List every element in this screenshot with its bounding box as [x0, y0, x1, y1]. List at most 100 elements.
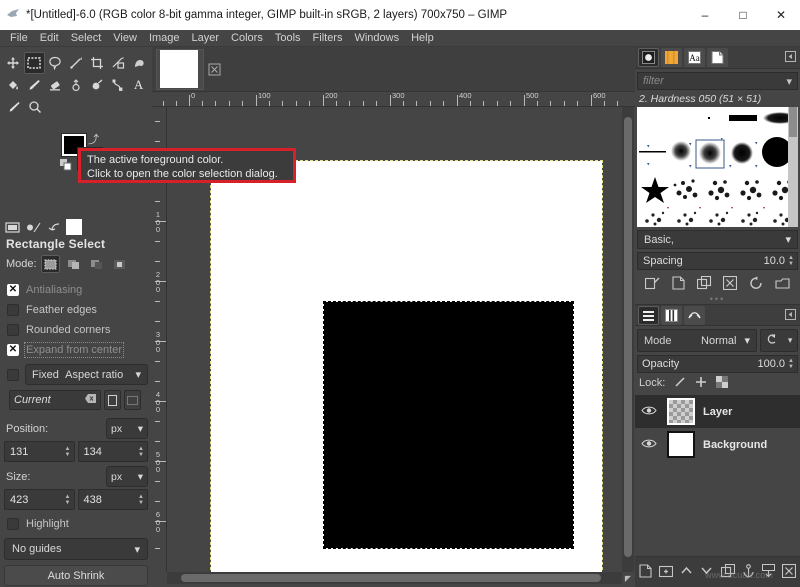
brush-indicator-icon[interactable]	[24, 219, 42, 236]
refresh-brushes-icon[interactable]	[749, 275, 763, 293]
rectangle-select-tool[interactable]	[23, 52, 45, 74]
menu-filters[interactable]: Filters	[307, 31, 349, 45]
antialiasing-checkbox[interactable]: ✕	[7, 284, 19, 296]
size-height-input[interactable]: 438 ▲ ▼	[77, 489, 148, 510]
spinner-arrows-icon[interactable]: ▲ ▼	[138, 494, 144, 506]
pattern-indicator-icon[interactable]	[66, 219, 82, 235]
position-unit-combo[interactable]: px ▾	[106, 418, 148, 439]
fixed-aspect-combo[interactable]: Fixed Aspect ratio ▾	[25, 364, 148, 385]
rounded-corners-checkbox[interactable]	[7, 324, 19, 336]
mode-subtract-button[interactable]	[87, 255, 106, 273]
raise-layer-icon[interactable]	[680, 564, 693, 580]
menu-layer[interactable]: Layer	[186, 31, 226, 45]
position-x-input[interactable]: 131 ▲ ▼	[4, 441, 75, 462]
maximize-button[interactable]: □	[724, 0, 762, 30]
zoom-tool[interactable]	[24, 96, 45, 118]
horizontal-scrollbar[interactable]	[167, 572, 622, 584]
expand-from-center-row[interactable]: ✕ Expand from center	[4, 340, 148, 360]
size-unit-combo[interactable]: px ▾	[106, 466, 148, 487]
paths-tab[interactable]	[684, 305, 705, 325]
layer-visibility-icon[interactable]	[641, 438, 667, 452]
menu-image[interactable]: Image	[143, 31, 186, 45]
v-scroll-thumb[interactable]	[624, 117, 632, 557]
documents-tab[interactable]	[707, 48, 728, 67]
path-tool[interactable]	[107, 74, 128, 96]
spinner-arrows-icon[interactable]: ▲ ▼	[65, 446, 71, 458]
expand-from-center-checkbox[interactable]: ✕	[7, 344, 19, 356]
brush-grid-scrollbar[interactable]	[788, 107, 798, 227]
image-canvas[interactable]	[210, 160, 603, 572]
layers-tab[interactable]	[638, 305, 659, 325]
layer-mode-switch-button[interactable]: ▾	[760, 329, 798, 352]
antialiasing-row[interactable]: ✕ Antialiasing	[4, 280, 148, 300]
dock-menu-icon[interactable]	[785, 51, 796, 64]
fonts-tab[interactable]: Aa	[684, 48, 705, 67]
menu-edit[interactable]: Edit	[34, 31, 65, 45]
paintbrush-tool[interactable]	[24, 74, 45, 96]
feather-edges-row[interactable]: Feather edges	[4, 300, 148, 320]
smudge-tool[interactable]	[66, 74, 87, 96]
feather-edges-checkbox[interactable]	[7, 304, 19, 316]
delete-brush-icon[interactable]	[723, 275, 738, 293]
brush-grid[interactable]	[637, 107, 798, 227]
brush-spacing-slider[interactable]: Spacing 10.0 ▲ ▼	[637, 252, 798, 270]
layer-visibility-icon[interactable]	[641, 405, 667, 419]
open-brush-folder-icon[interactable]	[775, 276, 790, 293]
menu-view[interactable]: View	[107, 31, 143, 45]
image-indicator-icon[interactable]	[3, 219, 21, 236]
size-width-input[interactable]: 423 ▲ ▼	[4, 489, 75, 510]
highlight-checkbox[interactable]	[7, 518, 19, 530]
brush-group-combo[interactable]: Basic, ▾	[637, 230, 798, 249]
layer-mode-combo[interactable]: Mode Normal ▾	[637, 329, 757, 352]
spinner-arrows-icon[interactable]: ▲ ▼	[788, 255, 794, 267]
h-scroll-thumb[interactable]	[181, 574, 601, 582]
chevron-down-icon[interactable]: ▾	[788, 335, 793, 346]
image-tab[interactable]	[156, 48, 204, 90]
menu-colors[interactable]: Colors	[225, 31, 269, 45]
transform-tool[interactable]	[107, 52, 128, 74]
clone-tool[interactable]	[86, 74, 107, 96]
highlight-row[interactable]: Highlight	[4, 514, 148, 534]
warp-tool[interactable]	[128, 52, 149, 74]
rounded-corners-row[interactable]: Rounded corners	[4, 320, 148, 340]
channels-tab[interactable]	[661, 305, 682, 325]
new-layer-group-icon[interactable]	[658, 564, 673, 581]
text-tool[interactable]: A	[128, 74, 149, 96]
dock-resize-grip[interactable]: •••	[635, 295, 800, 304]
menu-tools[interactable]: Tools	[269, 31, 307, 45]
measure-tool[interactable]	[66, 52, 87, 74]
edit-brush-icon[interactable]	[644, 276, 660, 293]
lock-pixels-icon[interactable]	[674, 376, 686, 391]
mode-replace-button[interactable]	[40, 255, 60, 273]
aspect-ratio-input[interactable]: Current	[9, 390, 101, 410]
landscape-orientation-button[interactable]	[124, 390, 141, 410]
mode-intersect-button[interactable]	[110, 255, 129, 273]
menu-windows[interactable]: Windows	[348, 31, 405, 45]
horizontal-ruler[interactable]: 0 100 200 300 400 500 600 700	[152, 92, 635, 107]
swap-colors-icon[interactable]: ⤴	[88, 131, 99, 147]
spinner-arrows-icon[interactable]: ▲ ▼	[138, 446, 144, 458]
layer-opacity-slider[interactable]: Opacity 100.0 ▲ ▼	[637, 355, 798, 373]
patterns-tab[interactable]	[661, 48, 682, 67]
eraser-tool[interactable]	[45, 74, 66, 96]
brush-filter-input[interactable]: filter ▾	[637, 72, 798, 90]
pencil-tool[interactable]	[3, 96, 24, 118]
new-layer-icon[interactable]	[639, 563, 652, 581]
clear-icon[interactable]	[85, 394, 96, 406]
crop-tool[interactable]	[86, 52, 107, 74]
reset-colors-icon[interactable]	[60, 159, 73, 175]
position-y-input[interactable]: 134 ▲ ▼	[77, 441, 148, 462]
bucket-fill-tool[interactable]	[3, 74, 24, 96]
guides-combo[interactable]: No guides ▾	[4, 538, 148, 560]
gradient-indicator-icon[interactable]	[45, 219, 63, 236]
portrait-orientation-button[interactable]	[104, 390, 121, 410]
auto-shrink-button[interactable]: Auto Shrink	[4, 565, 148, 586]
navigation-preview-icon[interactable]: ◤	[622, 572, 634, 584]
free-select-tool[interactable]	[45, 52, 66, 74]
layers-dock-menu-icon[interactable]	[785, 308, 796, 322]
rectangle-selection[interactable]	[323, 301, 574, 549]
new-brush-icon[interactable]	[672, 275, 685, 293]
spinner-arrows-icon[interactable]: ▲ ▼	[65, 494, 71, 506]
fixed-checkbox[interactable]	[7, 368, 19, 381]
lock-alpha-icon[interactable]	[716, 375, 729, 391]
